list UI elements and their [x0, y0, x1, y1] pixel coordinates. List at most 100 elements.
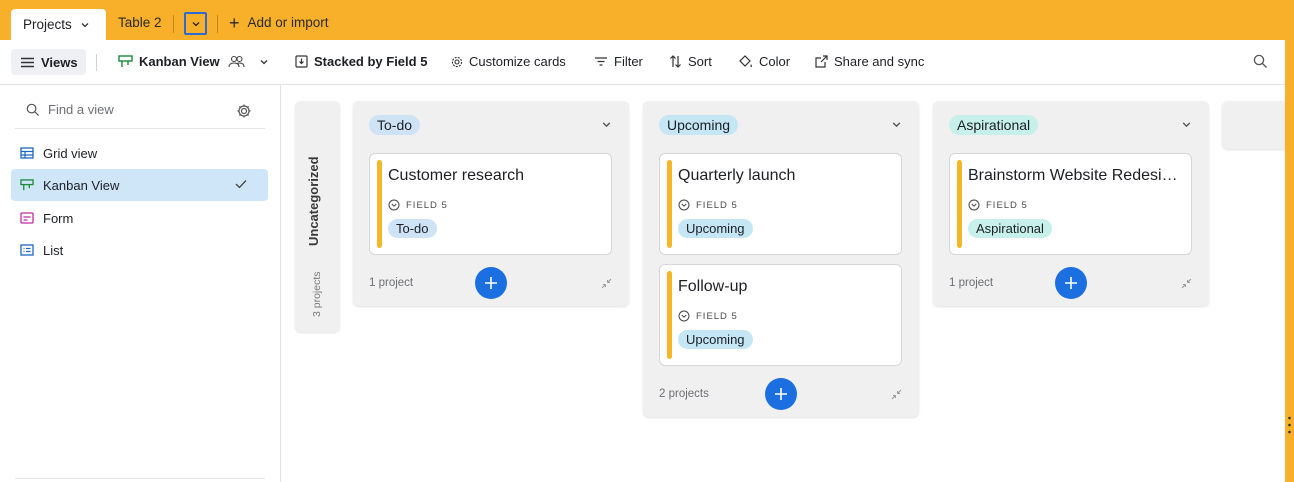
column-header: To-do — [369, 115, 421, 135]
chevron-down-icon — [81, 22, 89, 27]
stacked-by-label: Stacked by Field 5 — [314, 54, 428, 69]
plus-icon — [775, 388, 787, 400]
grid-icon — [20, 147, 34, 159]
single-select-icon — [968, 199, 980, 211]
add-record-button[interactable] — [765, 378, 797, 410]
toolbar-divider — [96, 54, 97, 71]
card-color-bar — [957, 160, 962, 248]
tab-projects-label: Projects — [23, 17, 72, 32]
chevron-down-icon[interactable] — [891, 119, 902, 130]
column-header: Aspirational — [949, 115, 1039, 135]
column-record-count: 1 project — [949, 277, 994, 289]
customize-cards-label: Customize cards — [469, 54, 566, 69]
plus-icon: + — [229, 12, 240, 33]
tab-projects[interactable]: Projects — [11, 9, 106, 40]
chevron-down-icon[interactable] — [1181, 119, 1192, 130]
kanban-column-todo: To-do Customer research FIELD 5 To-do 1 … — [353, 101, 629, 306]
add-record-button[interactable] — [475, 267, 507, 299]
color-button[interactable]: Color — [738, 54, 790, 69]
all-tables-dropdown-button[interactable] — [184, 12, 207, 35]
share-and-sync-button[interactable]: Share and sync — [815, 54, 924, 69]
record-card[interactable]: Brainstorm Website Redesign FIELD 5 Aspi… — [949, 153, 1192, 255]
kanban-board: Uncategorized 3 projects To-do Customer … — [281, 85, 1285, 482]
divider — [15, 478, 265, 479]
search-icon — [26, 103, 40, 116]
field-name: FIELD 5 — [986, 199, 1028, 211]
field-name: FIELD 5 — [696, 199, 738, 211]
kanban-icon — [20, 178, 34, 190]
color-label: Color — [759, 54, 791, 69]
single-select-icon — [678, 310, 690, 322]
add-or-import-button[interactable]: + Add or import — [229, 12, 329, 33]
find-view-input[interactable]: Find a view — [26, 102, 114, 117]
card-title: Customer research — [388, 167, 525, 184]
view-name-button[interactable]: Kanban View — [118, 54, 275, 69]
collapse-icon[interactable] — [601, 278, 612, 289]
gear-icon[interactable] — [236, 103, 252, 119]
hamburger-icon — [21, 57, 34, 67]
record-card[interactable]: Follow-up FIELD 5 Upcoming — [659, 264, 902, 366]
card-color-bar — [667, 160, 672, 248]
single-select-icon — [388, 199, 400, 211]
sort-icon — [670, 55, 681, 68]
view-name-label: Kanban View — [139, 54, 220, 69]
column-record-count: 1 project — [369, 277, 414, 289]
search-icon[interactable] — [1253, 54, 1268, 69]
chevron-down-icon[interactable] — [601, 119, 612, 130]
views-toggle-button[interactable]: Views — [11, 49, 86, 75]
column-header: Upcoming — [659, 115, 739, 135]
card-color-bar — [377, 160, 382, 248]
stack-icon — [295, 55, 308, 68]
stacked-by-button[interactable]: Stacked by Field 5 — [295, 54, 427, 69]
list-icon — [20, 244, 34, 256]
customize-cards-button[interactable]: Customize cards — [451, 54, 566, 69]
card-title: Brainstorm Website Redesign — [968, 167, 1178, 184]
sidebar-item-kanban-view[interactable]: Kanban View — [11, 169, 268, 201]
paint-bucket-icon — [739, 54, 752, 67]
uncategorized-count: 3 projects — [311, 271, 323, 317]
collapse-icon[interactable] — [891, 389, 902, 400]
record-card[interactable]: Customer research FIELD 5 To-do — [369, 153, 612, 255]
card-title: Follow-up — [678, 278, 748, 295]
sort-button[interactable]: Sort — [669, 54, 712, 69]
tab-divider — [173, 15, 174, 33]
status-badge: Upcoming — [678, 330, 753, 349]
status-badge: Aspirational — [968, 219, 1052, 238]
tab-table-2[interactable]: Table 2 — [118, 15, 162, 30]
people-icon — [228, 55, 245, 68]
sidebar-item-form[interactable]: Form — [11, 202, 268, 234]
sidebar-item-label: List — [43, 242, 64, 258]
add-record-button[interactable] — [1055, 267, 1087, 299]
resize-handle-icon[interactable] — [1288, 416, 1291, 434]
sidebar-item-label: Grid view — [43, 145, 98, 161]
collapse-icon[interactable] — [1181, 278, 1192, 289]
add-or-import-label: Add or import — [247, 15, 329, 30]
tab-divider — [217, 15, 218, 33]
filter-button[interactable]: Filter — [594, 54, 643, 69]
kanban-column-upcoming: Upcoming Quarterly launch FIELD 5 Upcomi… — [643, 101, 919, 417]
single-select-icon — [678, 199, 690, 211]
card-title: Quarterly launch — [678, 167, 796, 184]
sidebar-item-list[interactable]: List — [11, 234, 268, 266]
views-sidebar: Find a view Grid view Kanban View Form L… — [0, 85, 281, 482]
sidebar-item-label: Form — [43, 210, 74, 226]
filter-icon — [595, 57, 607, 66]
card-field-label: FIELD 5 — [968, 199, 1028, 211]
column-record-count: 2 projects — [659, 388, 709, 400]
uncategorized-title: Uncategorized — [306, 156, 321, 246]
share-and-sync-label: Share and sync — [834, 54, 925, 69]
record-card[interactable]: Quarterly launch FIELD 5 Upcoming — [659, 153, 902, 255]
sidebar-item-grid-view[interactable]: Grid view — [11, 137, 268, 169]
kanban-column-aspirational: Aspirational Brainstorm Website Redesign… — [933, 101, 1209, 306]
card-field-label: FIELD 5 — [678, 199, 738, 211]
card-field-label: FIELD 5 — [678, 310, 738, 322]
check-icon — [235, 180, 247, 189]
window-edge — [1285, 0, 1294, 482]
form-icon — [20, 212, 34, 224]
card-color-bar — [667, 271, 672, 359]
chevron-down-icon — [260, 59, 268, 64]
share-icon — [815, 55, 828, 68]
find-view-placeholder: Find a view — [48, 102, 114, 117]
add-stack-column[interactable] — [1222, 101, 1285, 149]
uncategorized-stack[interactable]: Uncategorized 3 projects — [295, 101, 340, 332]
